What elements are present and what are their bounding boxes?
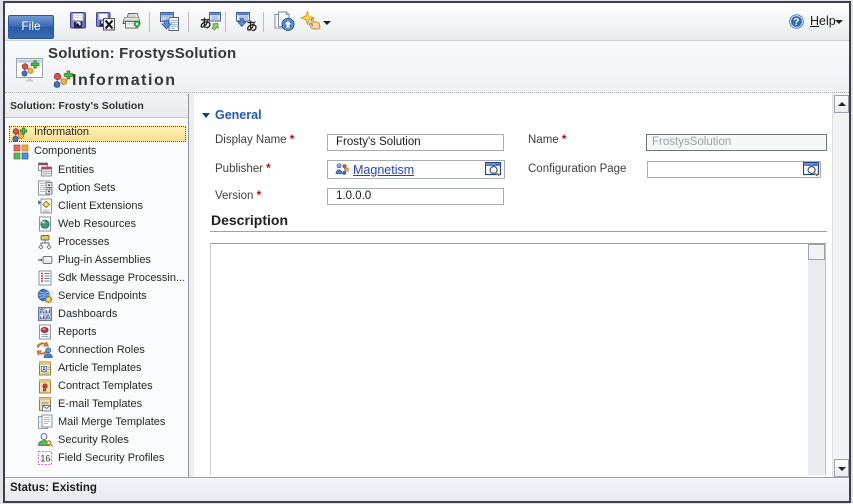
svg-text:あ: あ — [200, 17, 212, 31]
svg-text:あ: あ — [246, 20, 258, 32]
svg-text:16: 16 — [40, 454, 50, 464]
svg-text:?: ? — [793, 17, 799, 28]
svg-text:A: A — [42, 367, 46, 373]
